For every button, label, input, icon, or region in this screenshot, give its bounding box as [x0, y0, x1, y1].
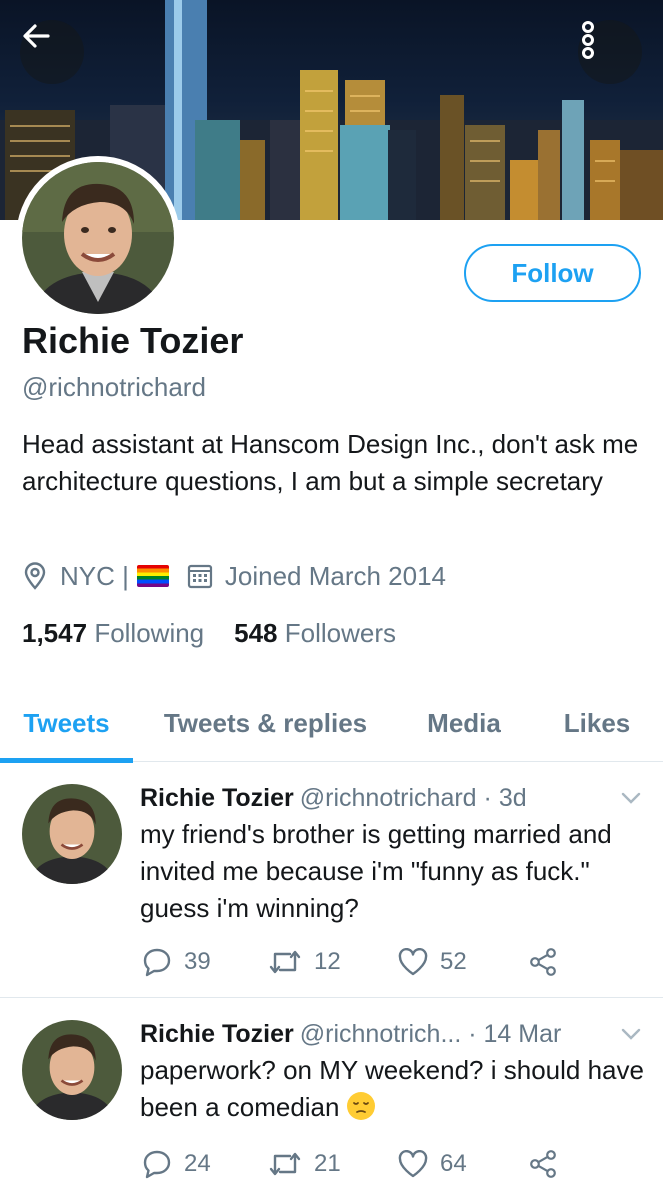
- tweet-time: · 3d: [483, 784, 527, 812]
- location-pin-icon: [24, 562, 46, 590]
- tweet-avatar[interactable]: [22, 784, 122, 884]
- like-count: 64: [440, 1150, 467, 1177]
- tab-media[interactable]: Media: [405, 684, 523, 762]
- profile-location: NYC |: [60, 560, 129, 591]
- profile-avatar[interactable]: [16, 156, 180, 320]
- pensive-face-emoji-icon: [346, 1092, 375, 1120]
- rainbow-flag-icon: [136, 565, 169, 587]
- like-button[interactable]: 52: [398, 948, 528, 976]
- tweet-item[interactable]: Richie Tozier @richnotrich... · 14 Mar pa…: [0, 998, 663, 1200]
- more-options-button[interactable]: [578, 20, 642, 84]
- tweet-actions: 24 21 64: [142, 1146, 558, 1182]
- heart-icon: [398, 948, 428, 976]
- profile-joined: Joined March 2014: [224, 560, 447, 591]
- profile-name: Richie Tozier: [22, 320, 244, 361]
- profile-bio: Head assistant at Hanscom Design Inc., d…: [22, 429, 639, 496]
- tweet-text: my friend's brother is getting married a…: [140, 819, 612, 923]
- tweet-header: Richie Tozier @richnotrich... · 14 Mar: [140, 1020, 561, 1049]
- tweet-actions: 39 12 52: [142, 944, 558, 980]
- tweet-author-handle[interactable]: @richnotrichard: [300, 784, 477, 812]
- followers-count: 548: [234, 618, 278, 648]
- retweet-icon: [269, 950, 301, 974]
- profile-stats: 1,547 Following 548 Followers: [22, 618, 426, 649]
- retweet-button[interactable]: 12: [268, 947, 398, 977]
- share-icon: [530, 1150, 556, 1178]
- share-button[interactable]: [528, 947, 558, 977]
- calendar-icon: [187, 564, 212, 589]
- retweet-icon: [269, 1152, 301, 1176]
- tweet-author-name[interactable]: Richie Tozier: [140, 784, 294, 812]
- profile-tabs: Tweets Tweets & replies Media Likes: [0, 684, 663, 763]
- following-link[interactable]: 1,547 Following: [22, 618, 204, 649]
- share-button[interactable]: [528, 1149, 558, 1179]
- retweet-count: 21: [314, 1150, 341, 1177]
- tab-tweets-replies[interactable]: Tweets & replies: [148, 684, 383, 762]
- following-label: Following: [94, 618, 205, 648]
- reply-button[interactable]: 39: [142, 947, 268, 977]
- tweet-time: · 14 Mar: [468, 1020, 562, 1048]
- tweet-author-name[interactable]: Richie Tozier: [140, 1020, 294, 1048]
- followers-label: Followers: [284, 618, 397, 648]
- tweet-text: paperwork? on MY weekend? i should have …: [140, 1052, 650, 1126]
- tab-tweets[interactable]: Tweets: [0, 684, 133, 763]
- reply-count: 24: [184, 1150, 211, 1177]
- followers-link[interactable]: 548 Followers: [234, 618, 396, 649]
- tweet-author-handle[interactable]: @richnotrich...: [300, 1020, 462, 1048]
- chevron-down-icon[interactable]: [620, 790, 642, 806]
- avatar-photo: [22, 162, 174, 314]
- following-count: 1,547: [22, 618, 88, 648]
- profile-meta: NYC | Joined March 2014: [22, 558, 446, 594]
- like-count: 52: [440, 948, 467, 975]
- more-vertical-icon: [582, 21, 594, 59]
- tab-likes[interactable]: Likes: [545, 684, 649, 762]
- avatar-photo: [22, 1020, 122, 1120]
- heart-icon: [398, 1150, 428, 1178]
- tweet-avatar[interactable]: [22, 1020, 122, 1120]
- tweet-text-content: paperwork? on MY weekend? i should have …: [140, 1055, 644, 1122]
- tweet-item[interactable]: Richie Tozier @richnotrichard · 3d my fri…: [0, 762, 663, 998]
- tweet-header: Richie Tozier @richnotrichard · 3d: [140, 784, 527, 813]
- avatar-photo: [22, 784, 122, 884]
- arrow-left-icon: [23, 24, 50, 48]
- back-button[interactable]: [20, 20, 84, 84]
- reply-count: 39: [184, 948, 211, 975]
- retweet-button[interactable]: 21: [268, 1149, 398, 1179]
- like-button[interactable]: 64: [398, 1150, 528, 1178]
- share-icon: [530, 948, 556, 976]
- retweet-count: 12: [314, 948, 341, 975]
- profile-handle: @richnotrichard: [22, 372, 206, 402]
- reply-icon: [143, 1150, 171, 1179]
- follow-button[interactable]: Follow: [464, 244, 641, 302]
- chevron-down-icon[interactable]: [620, 1026, 642, 1042]
- reply-button[interactable]: 24: [142, 1149, 268, 1179]
- reply-icon: [143, 948, 171, 977]
